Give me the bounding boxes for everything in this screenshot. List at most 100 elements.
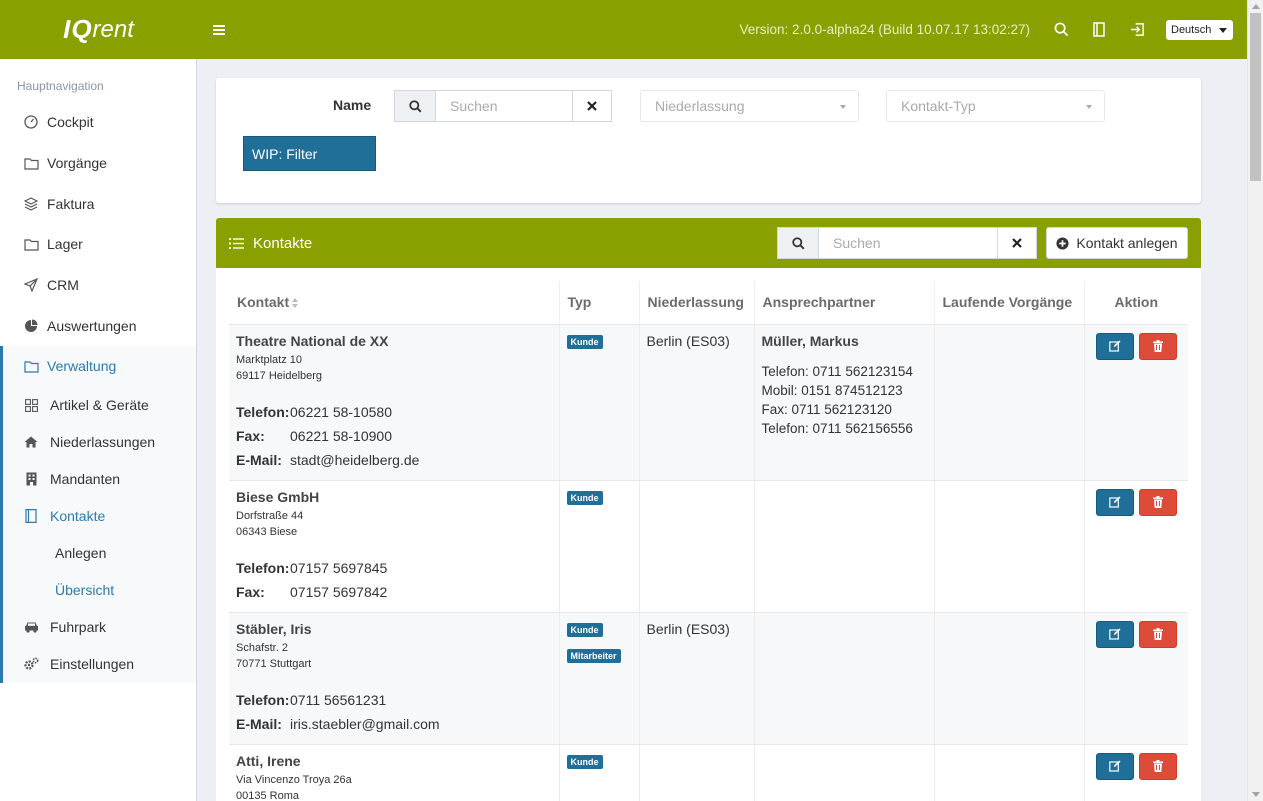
add-contact-label: Kontakt anlegen bbox=[1076, 235, 1178, 251]
kontakttyp-placeholder: Kontakt-Typ bbox=[901, 98, 976, 114]
sidebar-item-label: Fuhrpark bbox=[50, 619, 107, 636]
cell-kontakt: Theatre National de XX Marktplatz 10 691… bbox=[229, 324, 560, 481]
kontakttyp-select[interactable]: Kontakt-Typ bbox=[886, 90, 1105, 122]
sidebar-submenu-verwaltung: Artikel & Geräte Niederlassungen Mandant… bbox=[0, 386, 196, 683]
delete-button[interactable] bbox=[1138, 332, 1177, 360]
contact-line-label: E-Mail: bbox=[236, 715, 282, 732]
filter-panel: Name Niederlassung Kontakt-Typ WIP: Filt… bbox=[216, 78, 1201, 203]
sidebar-item-lager[interactable]: Lager bbox=[0, 224, 196, 265]
contact-line: E-Mail: iris.staebler@gmail.com bbox=[236, 712, 552, 736]
sidebar-item-einstellungen[interactable]: Einstellungen bbox=[3, 646, 196, 683]
edit-button[interactable] bbox=[1095, 752, 1134, 780]
contact-line-value: stadt@heidelberg.de bbox=[290, 451, 420, 468]
book-icon[interactable] bbox=[1080, 10, 1118, 50]
contacts-search-input[interactable] bbox=[819, 228, 997, 258]
cell-aktion bbox=[1084, 744, 1188, 801]
cell-ansprechpartner bbox=[754, 480, 935, 613]
ansprechpartner-line: Mobil: 0151 874512123 bbox=[761, 382, 903, 398]
layers-icon bbox=[23, 196, 39, 212]
contact-line-label: Fax: bbox=[236, 583, 265, 600]
contact-street: Schafstr. 2 bbox=[236, 641, 288, 654]
sidebar-item-faktura[interactable]: Faktura bbox=[0, 183, 196, 224]
sidebar-item-label: Einstellungen bbox=[50, 656, 135, 673]
column-header-kontakt[interactable]: Kontakt bbox=[229, 281, 560, 325]
version-text: Version: 2.0.0-alpha24 (Build 10.07.17 1… bbox=[739, 22, 1030, 37]
sidebar-item-fuhrpark[interactable]: Fuhrpark bbox=[3, 609, 196, 646]
search-icon[interactable] bbox=[778, 228, 819, 258]
add-contact-button[interactable]: Kontakt anlegen bbox=[1046, 227, 1188, 259]
edit-button[interactable] bbox=[1095, 332, 1134, 360]
folder-icon bbox=[23, 155, 39, 171]
cell-niederlassung bbox=[639, 744, 755, 801]
name-search-input[interactable] bbox=[436, 91, 572, 121]
cell-kontakt: Atti, Irene Via Vincenzo Troya 26a 00135… bbox=[229, 744, 560, 801]
sidebar-item-cockpit[interactable]: Cockpit bbox=[0, 102, 196, 143]
sidebar-item-label: Kontakte bbox=[50, 508, 106, 525]
menu-toggle-icon[interactable] bbox=[209, 20, 229, 40]
search-icon[interactable] bbox=[1042, 10, 1080, 50]
contact-line: Fax: 06221 58-10900 bbox=[236, 424, 552, 448]
sidebar-item-kontakte[interactable]: Kontakte bbox=[3, 498, 196, 535]
sidebar-item-label: Anlegen bbox=[55, 545, 107, 562]
contact-line-value: iris.staebler@gmail.com bbox=[290, 715, 440, 732]
scroll-down-icon[interactable] bbox=[1252, 792, 1260, 797]
page-scrollbar[interactable] bbox=[1247, 0, 1263, 801]
cell-ansprechpartner: Müller, Markus Telefon: 0711 562123154 M… bbox=[754, 324, 935, 481]
ansprechpartner-name: Müller, Markus bbox=[761, 332, 859, 349]
table-row: Biese GmbH Dorfstraße 44 06343 Biese Tel… bbox=[229, 480, 1188, 613]
sidebar-item-label: Auswertungen bbox=[47, 317, 137, 334]
delete-button[interactable] bbox=[1138, 752, 1177, 780]
contact-line: Telefon: 07157 5697845 bbox=[236, 556, 552, 580]
column-header-niederlassung: Niederlassung bbox=[639, 281, 755, 325]
sidebar-item-label: Mandanten bbox=[50, 471, 121, 488]
sidebar-item-auswertungen[interactable]: Auswertungen bbox=[0, 305, 196, 346]
language-select[interactable]: Deutsch bbox=[1166, 19, 1233, 40]
sidebar-item-artikel-geraete[interactable]: Artikel & Geräte bbox=[3, 387, 196, 424]
niederlassung-select[interactable]: Niederlassung bbox=[640, 90, 859, 122]
clear-icon[interactable] bbox=[572, 91, 611, 121]
cell-niederlassung bbox=[639, 480, 755, 613]
sidebar-item-crm[interactable]: CRM bbox=[0, 265, 196, 306]
sidebar-item-verwaltung[interactable]: Verwaltung bbox=[0, 346, 196, 387]
address-book-icon bbox=[23, 508, 39, 524]
sidebar-item-niederlassungen[interactable]: Niederlassungen bbox=[3, 424, 196, 461]
delete-button[interactable] bbox=[1138, 488, 1177, 516]
sidebar-item-vorgaenge[interactable]: Vorgänge bbox=[0, 143, 196, 184]
cell-laufende-vorgaenge bbox=[934, 612, 1085, 745]
cell-typ: Kunde bbox=[559, 480, 640, 613]
sidebar-item-label: Artikel & Geräte bbox=[50, 397, 149, 414]
cell-kontakt: Biese GmbH Dorfstraße 44 06343 Biese Tel… bbox=[229, 480, 560, 613]
app-logo[interactable]: IQ rent bbox=[0, 0, 197, 59]
sort-icon[interactable] bbox=[292, 295, 299, 311]
edit-button[interactable] bbox=[1095, 620, 1134, 648]
contact-line: Fax: 07157 5697842 bbox=[236, 580, 552, 604]
sidebar-item-label: Vorgänge bbox=[47, 155, 107, 172]
cell-laufende-vorgaenge bbox=[934, 744, 1085, 801]
building-icon bbox=[23, 471, 39, 487]
scrollbar-thumb[interactable] bbox=[1250, 13, 1261, 181]
contact-line: E-Mail: stadt@heidelberg.de bbox=[236, 448, 552, 472]
paper-plane-icon bbox=[23, 277, 39, 293]
logout-icon[interactable] bbox=[1118, 10, 1156, 50]
delete-button[interactable] bbox=[1138, 620, 1177, 648]
contact-line-label: Telefon: bbox=[236, 559, 290, 576]
sidebar-item-uebersicht[interactable]: Übersicht bbox=[3, 572, 196, 609]
contact-city: 69117 Heidelberg bbox=[236, 369, 323, 382]
contact-line-label: E-Mail: bbox=[236, 451, 282, 468]
scroll-up-icon[interactable] bbox=[1252, 4, 1260, 9]
sidebar-item-anlegen[interactable]: Anlegen bbox=[3, 535, 196, 572]
sidebar-item-mandanten[interactable]: Mandanten bbox=[3, 461, 196, 498]
wip-filter-button[interactable]: WIP: Filter bbox=[243, 136, 376, 171]
contact-name: Stäbler, Iris bbox=[236, 620, 312, 637]
contacts-search-group bbox=[777, 227, 1037, 259]
top-navbar: IQ rent Version: 2.0.0-alpha24 (Build 10.… bbox=[0, 0, 1247, 59]
grid-icon bbox=[23, 397, 39, 413]
cell-aktion bbox=[1084, 480, 1188, 613]
clear-icon[interactable] bbox=[997, 228, 1036, 258]
contacts-table: Kontakt Typ Niederlassung Ansprechpartne… bbox=[229, 281, 1188, 801]
search-icon[interactable] bbox=[395, 91, 436, 121]
type-badge: Kunde bbox=[566, 334, 603, 349]
cell-ansprechpartner bbox=[754, 744, 935, 801]
edit-button[interactable] bbox=[1095, 488, 1134, 516]
cell-aktion bbox=[1084, 324, 1188, 481]
